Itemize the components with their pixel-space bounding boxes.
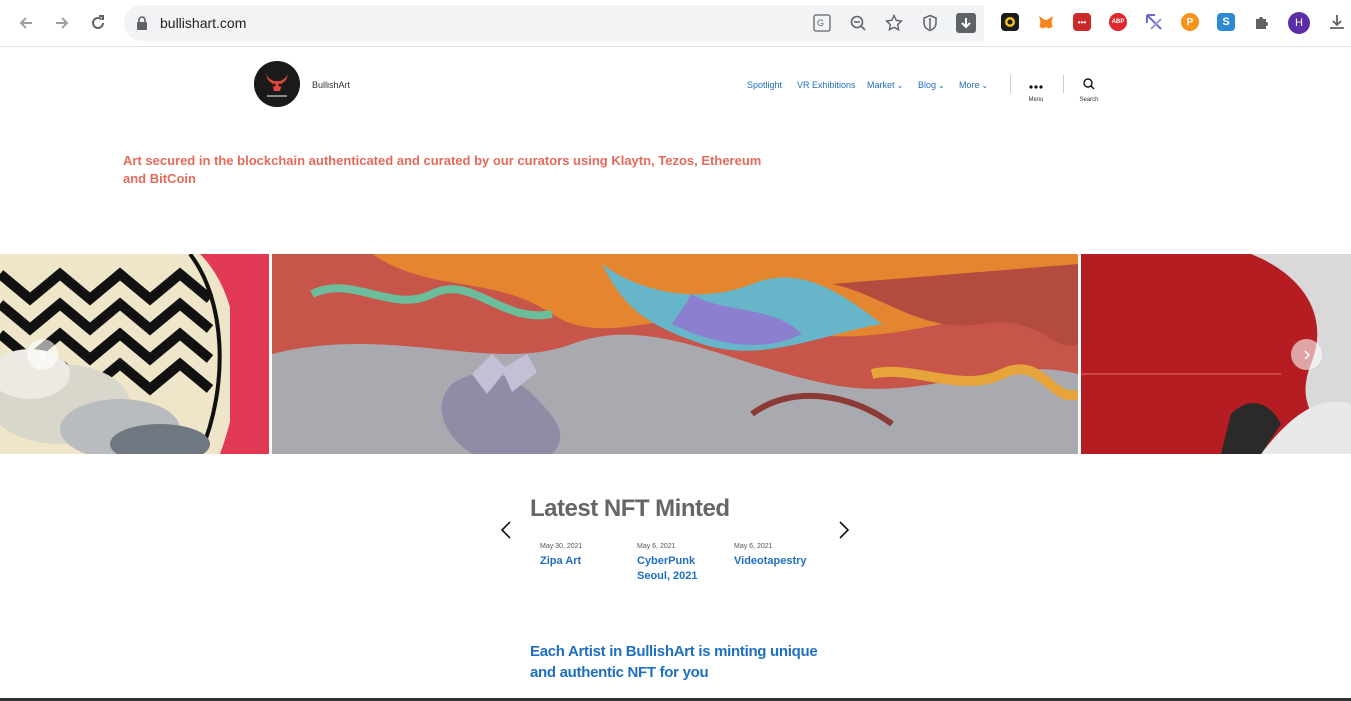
search-icon [1083,78,1095,90]
chevron-left-icon [500,521,511,539]
forward-button[interactable] [50,11,74,35]
lock-icon [137,16,147,30]
nft-title-link[interactable]: Videotapestry [734,554,824,569]
bookmark-star-icon[interactable] [884,13,904,33]
chevron-left-icon [39,349,46,360]
extension-icon[interactable] [1001,13,1019,31]
nft-date: May 6, 2021 [637,543,676,550]
search-button[interactable]: Search [1069,77,1109,107]
adblock-plus-icon[interactable]: ABP [1109,13,1127,31]
nav-more[interactable]: More ⌄ [959,80,988,90]
nav-divider [1010,75,1011,93]
zoom-out-icon[interactable] [848,13,868,33]
carousel-next-button[interactable] [1291,339,1322,370]
nft-card[interactable]: May 6, 2021 Videotapestry [734,543,824,569]
nav-divider [1063,75,1064,93]
chevron-down-icon: ⌄ [938,81,945,90]
profile-avatar[interactable]: H [1288,12,1310,34]
nft-card[interactable]: May 30, 2021 Zipa Art [540,543,630,569]
carousel-slide-2[interactable] [272,254,1078,454]
site-logo[interactable] [254,61,300,107]
browser-toolbar: bullishart.com G ••• ABP P S H [0,0,1351,47]
nav-spotlight[interactable]: Spotlight [747,80,782,90]
nav-market[interactable]: Market ⌄ [867,80,903,90]
carousel-prev-button[interactable] [27,339,58,370]
extension-s-icon[interactable]: S [1217,13,1235,31]
nft-date: May 6, 2021 [734,543,773,550]
extensions-puzzle-icon[interactable] [1253,13,1271,31]
nft-title-link[interactable]: Zipa Art [540,554,630,569]
latest-nft-heading: Latest NFT Minted [530,495,730,522]
chevron-right-icon [839,521,850,539]
chevron-down-icon: ⌄ [896,81,904,90]
back-arrow-icon [19,17,32,29]
chevron-down-icon: ⌄ [981,81,989,90]
reload-icon [92,15,104,29]
nft-date: May 30, 2021 [540,543,583,550]
chevron-right-icon [1303,349,1310,360]
downloads-icon[interactable] [1328,13,1346,31]
nft-title-link[interactable]: CyberPunk Seoul, 2021 [637,554,717,584]
forward-arrow-icon [56,17,69,29]
bull-logo-icon [254,61,300,107]
site-tagline: Art secured in the blockchain authentica… [123,153,762,186]
nft-prev-button[interactable] [496,519,516,541]
nft-next-button[interactable] [834,519,854,541]
svg-text:G: G [817,18,824,28]
translate-icon[interactable]: G [812,13,832,33]
art-carousel [0,254,1351,454]
menu-label: Menu [1028,97,1044,103]
extension-bolt-icon[interactable] [1145,13,1163,31]
search-label: Search [1079,97,1099,103]
menu-button[interactable]: Menu [1016,77,1056,107]
more-dots-icon [1029,85,1043,89]
lastpass-icon[interactable]: ••• [1073,13,1091,31]
nav-blog[interactable]: Blog ⌄ [918,80,945,90]
artist-heading: Each Artist in BullishArt is minting uni… [530,643,818,681]
download-install-icon[interactable] [956,13,976,33]
url-text: bullishart.com [160,15,247,31]
nft-card[interactable]: May 6, 2021 CyberPunk Seoul, 2021 [637,543,717,584]
back-button[interactable] [14,11,38,35]
metamask-fox-icon[interactable] [1037,13,1055,31]
site-name[interactable]: BullishArt [312,80,350,90]
shield-icon[interactable] [920,13,940,33]
extension-coin-icon[interactable]: P [1181,13,1199,31]
nav-vr-exhibitions[interactable]: VR Exhibitions [797,80,856,90]
reload-button[interactable] [86,11,110,35]
address-bar[interactable]: bullishart.com G [124,5,984,41]
